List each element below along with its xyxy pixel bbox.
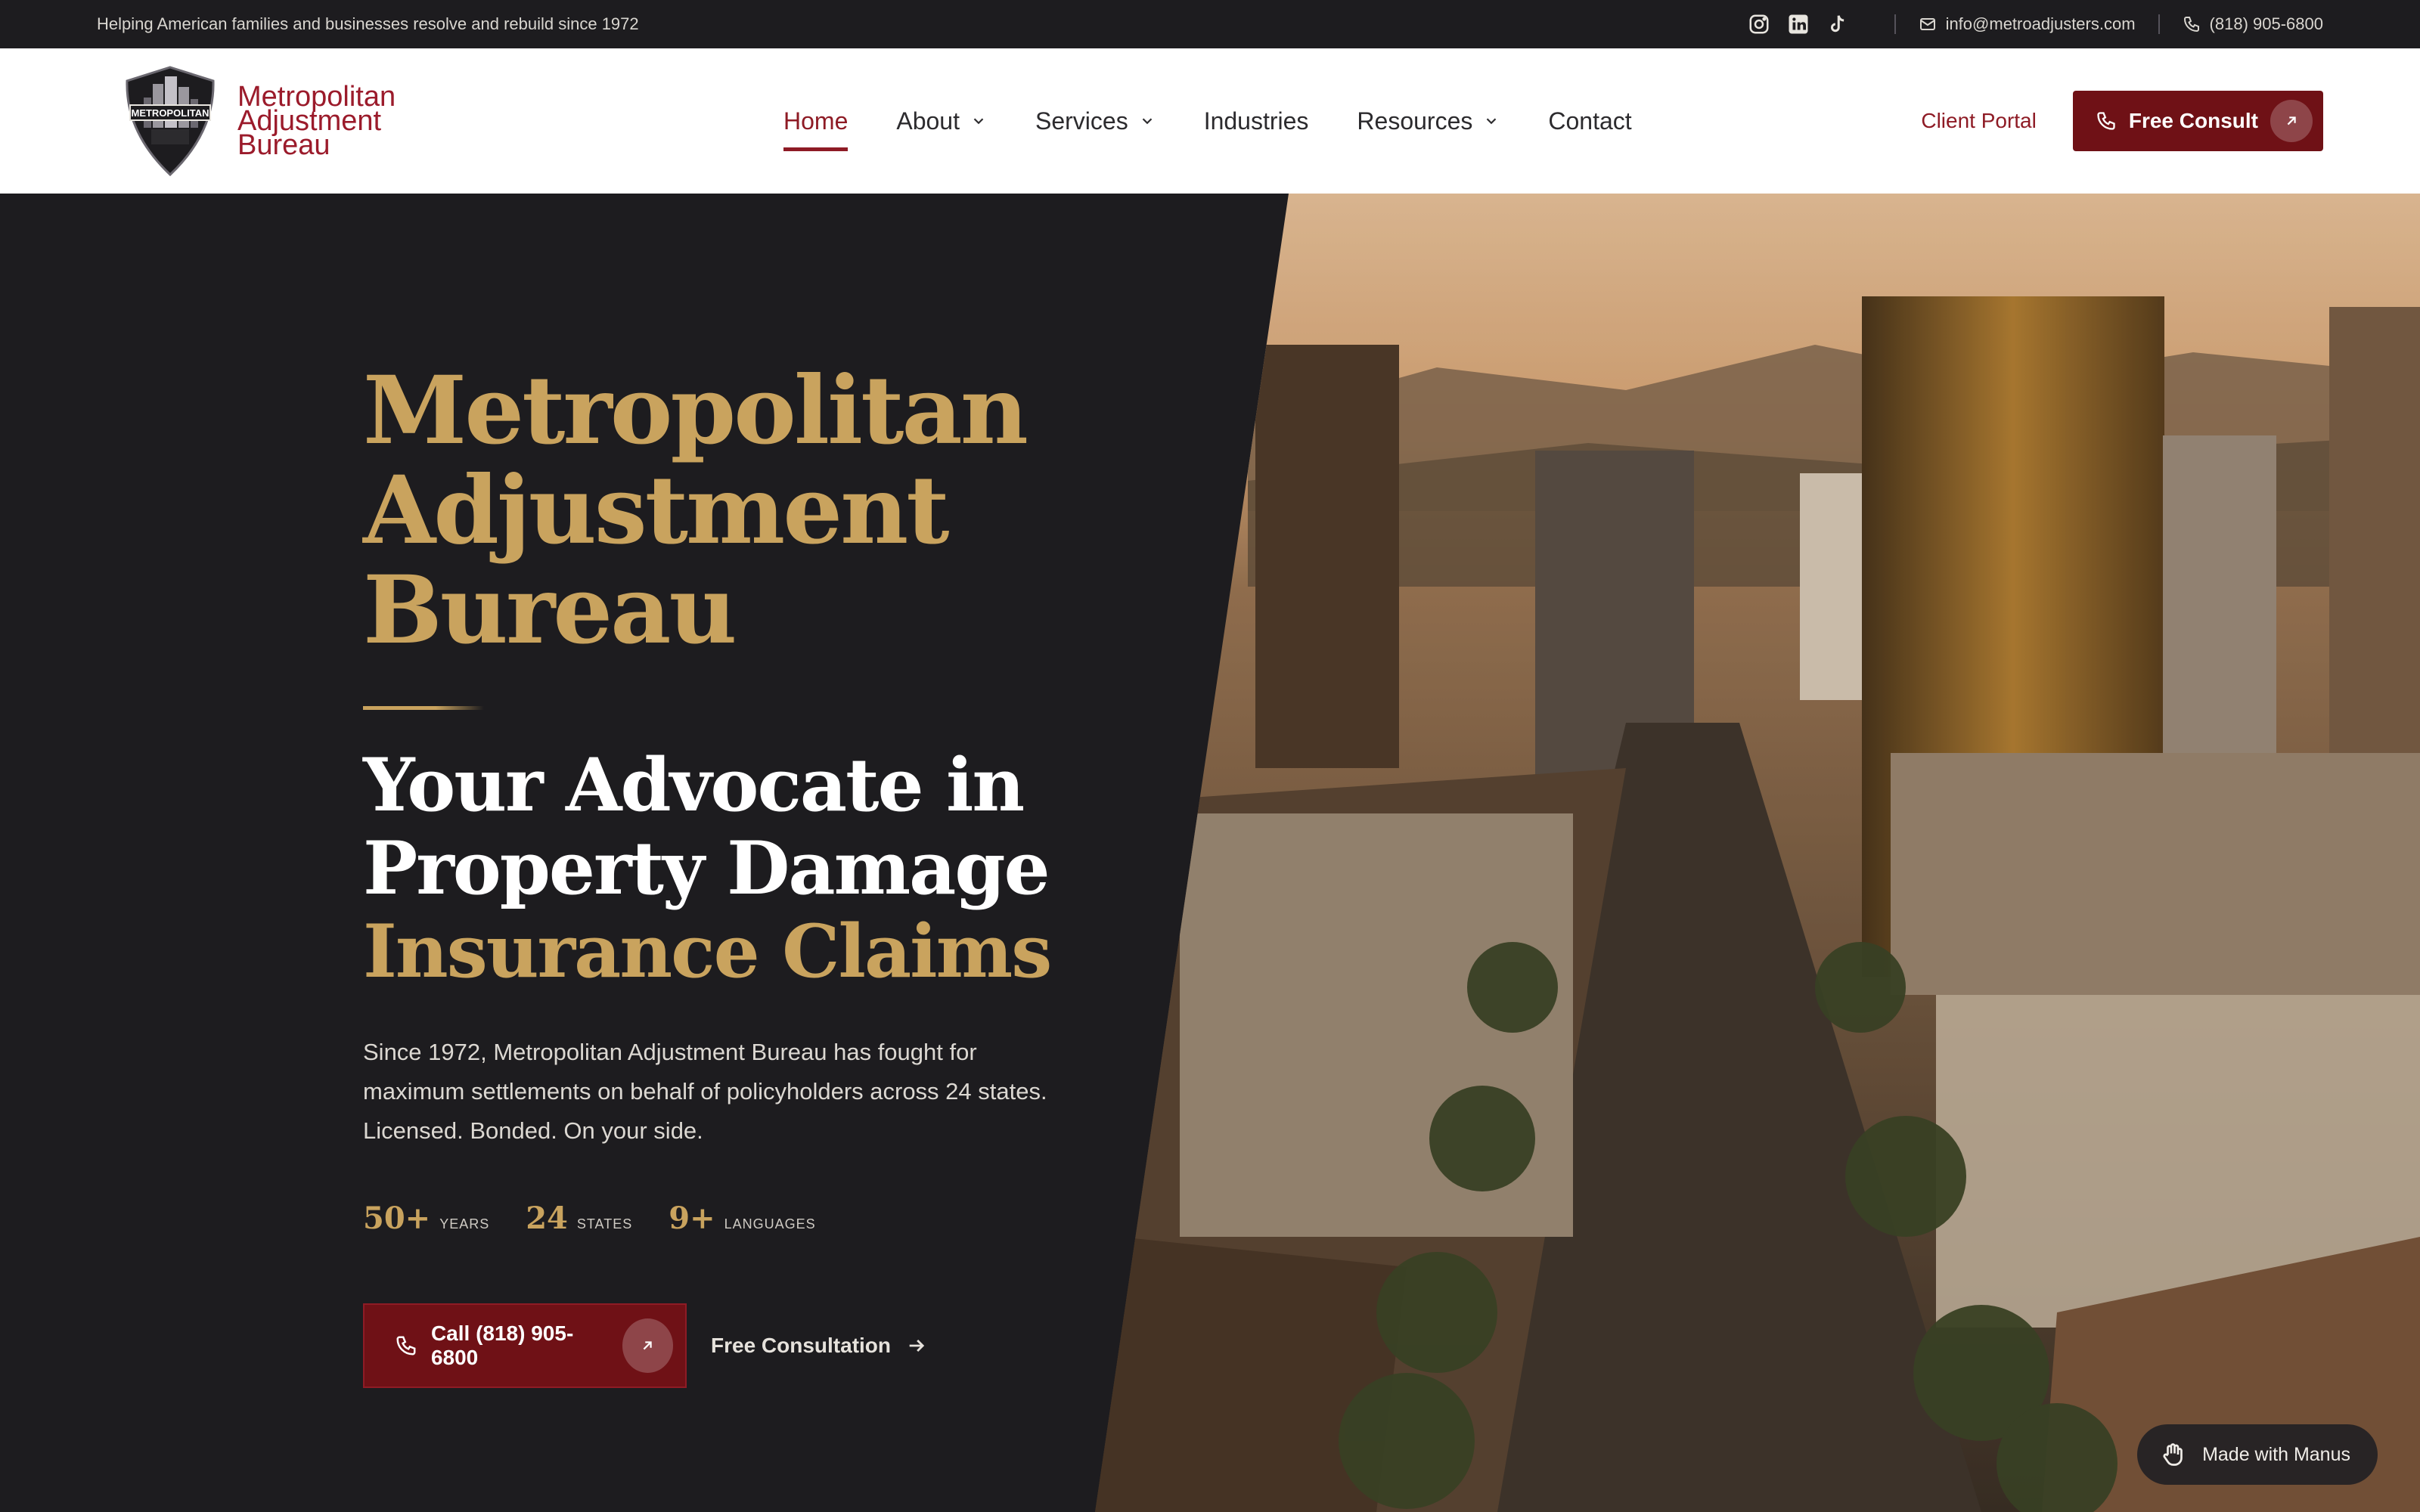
nav-item-contact[interactable]: Contact [1548,48,1631,194]
nav-item-resources[interactable]: Resources [1357,48,1500,194]
nav-item-industries[interactable]: Industries [1204,48,1309,194]
divider [1894,14,1896,34]
hero-title-line-3: Bureau [363,556,737,665]
made-with-manus-badge[interactable]: Made with Manus [2137,1424,2378,1485]
mail-icon [1919,18,1935,30]
gold-divider [363,706,484,710]
main-nav: METROPOLITAN Metropolitan Adjustment Bur… [0,48,2420,194]
stat-label: YEARS [439,1216,490,1232]
stats-row: 50+ YEARS 24 STATES 9+ LANGUAGES [363,1201,816,1236]
divider [2158,14,2160,34]
client-portal-link[interactable]: Client Portal [1921,109,2037,133]
call-button-label: Call (818) 905-6800 [430,1321,574,1369]
nav-item-label: Home [783,107,849,135]
tiktok-icon[interactable] [1826,13,1849,36]
nav-item-label: Contact [1548,107,1632,135]
call-button[interactable]: Call (818) 905-6800 [363,1303,687,1388]
free-consultation-link[interactable]: Free Consultation [711,1334,927,1358]
nav-actions: Client Portal Free Consult [1921,48,2323,194]
stat-states: 24 STATES [526,1201,632,1236]
nav-item-label: About [896,107,960,135]
arrow-circle [2270,100,2313,142]
arrow-right-icon [909,1340,925,1352]
chevron-down-icon [1487,118,1497,125]
instagram-icon[interactable] [1748,13,1770,36]
hero-subtitle: Your Advocate in Property Damage Insuran… [363,744,1195,993]
phone-icon [2183,17,2199,33]
phone-icon [2097,112,2115,130]
stat-label: STATES [576,1216,633,1232]
phone-text: (818) 905-6800 [2209,14,2323,33]
free-consult-button[interactable]: Free Consult [2072,91,2323,151]
hero-subtitle-line-2: Property Damage [363,826,1050,911]
nav-item-about[interactable]: About [896,48,987,194]
free-consult-label: Free Consult [2128,109,2258,132]
nav-item-services[interactable]: Services [1035,48,1156,194]
free-consultation-label: Free Consultation [711,1334,892,1357]
hero-title-line-2: Adjustment [363,456,950,565]
stat-number: 9+ [669,1201,715,1236]
phone-link[interactable]: (818) 905-6800 [2183,14,2323,34]
stat-label: LANGUAGES [724,1216,816,1232]
nav-item-label: Industries [1203,107,1309,135]
hero-title-line-1: Metropolitan [363,356,1028,466]
hero-section: Metropolitan Adjustment Bureau Your Advo… [0,194,2420,1512]
phone-icon [396,1336,416,1356]
arrow-circle [622,1318,673,1373]
chevron-down-icon [1142,118,1152,125]
arrow-up-right-icon [2287,116,2296,125]
nav-item-label: Resources [1357,107,1473,135]
email-link[interactable]: info@metroadjusters.com [1919,14,2136,34]
hero-ctas: Call (818) 905-6800 Free Consultation [363,1303,927,1388]
stat-languages: 9+ LANGUAGES [669,1201,815,1236]
stat-number: 50+ [363,1201,431,1236]
manus-hand-icon [2163,1443,2183,1466]
topbar-contact: info@metroadjusters.com (818) 905-6800 [1748,13,2323,36]
shield-logo-icon: METROPOLITAN [126,66,215,177]
hero-title: Metropolitan Adjustment Bureau [363,361,1195,661]
linkedin-icon[interactable] [1787,13,1810,36]
logo[interactable]: METROPOLITAN Metropolitan Adjustment Bur… [121,64,514,178]
nav-menu: Home About Services Industries Resources… [783,48,1632,194]
stat-number: 24 [526,1201,568,1236]
arrow-up-right-icon [643,1341,652,1350]
hero-subtitle-line-3: Insurance Claims [363,909,1052,994]
logo-badge-text: METROPOLITAN [131,107,209,119]
stat-years: 50+ YEARS [363,1201,489,1236]
email-text: info@metroadjusters.com [1945,14,2136,33]
hero-description: Since 1972, Metropolitan Adjustment Bure… [363,1039,1047,1144]
chevron-down-icon [973,118,984,125]
top-bar: Helping American families and businesses… [0,0,2420,48]
nav-item-home[interactable]: Home [783,48,849,194]
logo-wordmark: Metropolitan Adjustment Bureau [237,82,396,160]
tagline: Helping American families and businesses… [97,14,639,33]
manus-badge-label: Made with Manus [2202,1443,2350,1465]
social-links [1748,13,1872,36]
nav-item-label: Services [1035,107,1128,135]
hero-subtitle-line-1: Your Advocate in [363,742,1025,828]
